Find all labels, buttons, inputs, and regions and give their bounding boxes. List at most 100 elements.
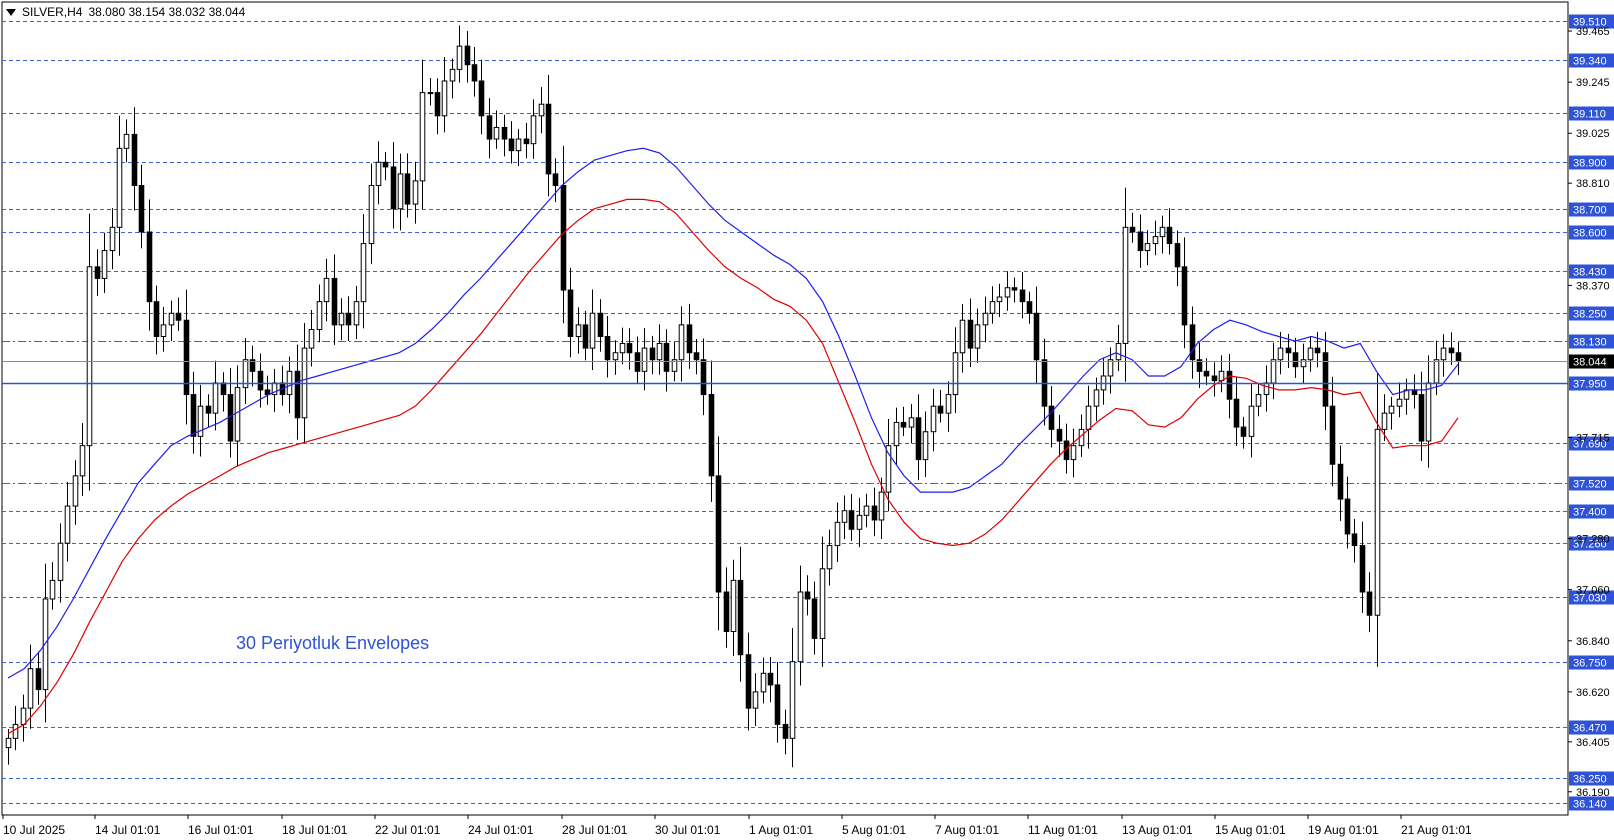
candle-bull	[427, 92, 434, 95]
candle-bull	[1107, 359, 1114, 377]
level-label: 38.130	[1573, 337, 1607, 349]
candle-bear	[567, 289, 574, 337]
candle-bear	[345, 312, 352, 326]
candle-bull	[1085, 405, 1092, 430]
candle-bull	[86, 266, 93, 447]
candle-bull	[760, 672, 767, 693]
candle-bear	[508, 138, 515, 152]
candle-bear	[523, 138, 530, 145]
candle-bear	[1203, 370, 1210, 377]
candle-bull	[1396, 398, 1403, 407]
candle-bull	[456, 45, 463, 70]
candle-bear	[1129, 226, 1136, 233]
candle-bull	[353, 301, 360, 326]
price-chart[interactable]: 39.51039.34039.11038.90038.70038.60038.4…	[0, 0, 1614, 840]
level-label: 36.470	[1573, 723, 1607, 735]
candle-bull	[234, 387, 241, 442]
candle-bull	[730, 579, 737, 632]
candle-bull	[12, 723, 19, 739]
candle-bear	[552, 173, 559, 187]
x-tick-label: 5 Aug 01:01	[842, 823, 906, 837]
candle-bear	[686, 324, 693, 354]
x-tick-label: 21 Aug 01:01	[1401, 823, 1472, 837]
x-tick-label: 13 Aug 01:01	[1122, 823, 1193, 837]
x-tick-label: 14 Jul 01:01	[95, 823, 161, 837]
candle-bull	[1307, 347, 1314, 361]
candle-bear	[811, 598, 818, 639]
candle-bull	[945, 394, 952, 414]
candle-bear	[737, 579, 744, 656]
candle-bull	[493, 126, 500, 140]
candle-bull	[72, 475, 79, 507]
candle-bear	[1211, 375, 1218, 382]
candle-bull	[397, 173, 404, 210]
y-tick-label: 38.370	[1576, 280, 1610, 292]
level-label: 36.750	[1573, 658, 1607, 670]
candle-bull	[101, 250, 108, 279]
ohlc-readout: 38.080 38.154 38.032 38.044	[88, 5, 246, 19]
candle-bull	[1263, 382, 1270, 396]
candle-bull	[368, 185, 375, 245]
candle-bull	[996, 296, 1003, 303]
candle-bull	[1277, 347, 1284, 361]
candle-bull	[419, 92, 426, 182]
candle-bull	[826, 545, 833, 570]
candle-bear	[294, 370, 301, 419]
resistance-label: 37.950	[1573, 379, 1607, 391]
candle-bear	[146, 231, 153, 303]
envelope-annotation: 30 Periyotluk Envelopes	[236, 633, 430, 653]
candle-bear	[1351, 533, 1358, 547]
candle-bear	[1019, 289, 1026, 303]
candle-bull	[168, 312, 175, 326]
candle-bear	[1226, 370, 1233, 400]
candle-bear	[1137, 231, 1144, 252]
candle-bear	[471, 64, 478, 82]
candle-bull	[1440, 347, 1447, 361]
symbol-label: SILVER,H4	[22, 5, 83, 19]
candle-bull	[441, 80, 448, 117]
candle-bear	[745, 654, 752, 709]
candle-bull	[116, 147, 123, 228]
candle-bull	[922, 431, 929, 461]
candle-bull	[1070, 445, 1077, 461]
candle-bear	[404, 173, 411, 205]
x-tick-label: 19 Aug 01:01	[1308, 823, 1379, 837]
x-tick-label: 15 Aug 01:01	[1215, 823, 1286, 837]
candle-bear	[501, 126, 508, 140]
candle-bull	[575, 324, 582, 337]
candle-bull	[1433, 359, 1440, 384]
candle-bull	[375, 161, 382, 187]
candle-bear	[153, 301, 160, 337]
candle-bear	[382, 161, 389, 168]
candle-bear	[1337, 463, 1344, 500]
candle-bull	[819, 568, 826, 639]
candle-bull	[1388, 405, 1395, 414]
level-label: 37.400	[1573, 507, 1607, 519]
candle-bear	[871, 505, 878, 521]
candle-bear	[1322, 352, 1329, 407]
level-label: 38.250	[1573, 309, 1607, 321]
candle-bull	[1300, 359, 1307, 368]
candle-bear	[1455, 352, 1462, 362]
candle-bull	[323, 277, 330, 303]
candle-bear	[138, 185, 145, 233]
candle-bull	[1115, 342, 1122, 361]
candle-bear	[220, 382, 227, 396]
candle-bull	[308, 329, 315, 349]
candle-bull	[974, 324, 981, 349]
candle-bull	[789, 661, 796, 739]
candle-bear	[257, 370, 264, 391]
candle-bear	[1181, 266, 1188, 326]
candle-bear	[331, 277, 338, 326]
candle-bull	[79, 445, 86, 477]
candle-bear	[708, 394, 715, 477]
x-tick-label: 18 Jul 01:01	[282, 823, 348, 837]
level-label: 39.340	[1573, 56, 1607, 68]
y-tick-label: 39.025	[1576, 128, 1610, 140]
candle-bull	[1381, 412, 1388, 430]
candle-bull	[1122, 226, 1129, 344]
candle-bear	[774, 684, 781, 725]
candle-bear	[915, 417, 922, 461]
candle-bull	[42, 598, 49, 691]
dropdown-triangle-icon[interactable]	[6, 8, 16, 16]
